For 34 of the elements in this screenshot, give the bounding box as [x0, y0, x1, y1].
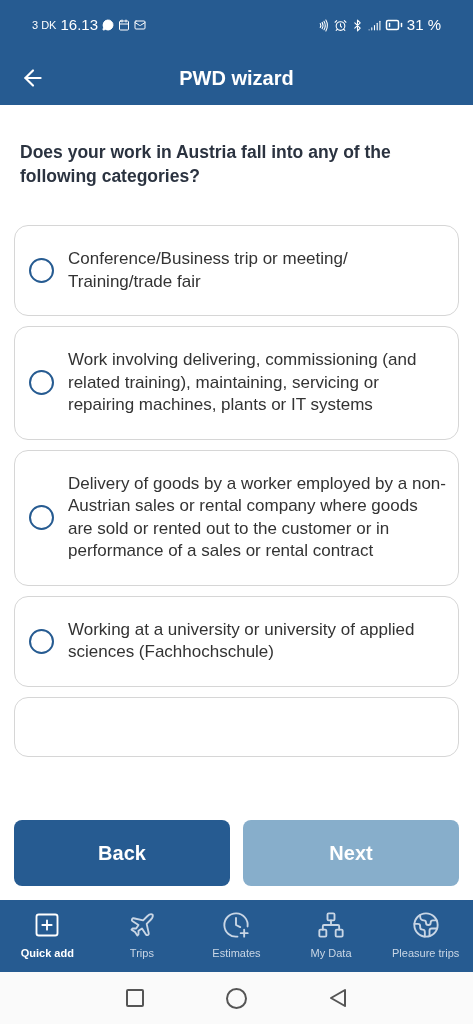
signal-icon	[367, 18, 381, 32]
alarm-icon	[333, 18, 347, 32]
option-card[interactable]: Work involving delivering, commissioning (and related training), maintaining, servicing or repairing machines, plants or IT systems	[14, 326, 459, 440]
calendar-icon	[118, 19, 130, 31]
globe-icon	[411, 910, 440, 939]
nav-tab[interactable]: Estimates	[189, 910, 284, 962]
network-icon	[317, 910, 346, 939]
nav-tab[interactable]: Quick add	[0, 910, 95, 962]
option-card[interactable]: Conference/Business trip or meeting/ Training/trade fair	[14, 225, 459, 316]
chat-icon	[102, 19, 114, 31]
notification-count: 3 DK	[32, 17, 57, 33]
radio-button[interactable]	[29, 505, 54, 530]
page-title: PWD wizard	[179, 65, 294, 91]
status-time: 16.13	[60, 14, 98, 35]
option-card[interactable]: Working at a university or university of applied sciences (Fachhochschule)	[14, 595, 459, 687]
nav-tab[interactable]: Trips	[94, 910, 190, 962]
radio-button[interactable]	[29, 370, 54, 396]
radio-button[interactable]	[29, 628, 54, 654]
option-label: Conference/Business trip or meeting/ Training/trade fair	[68, 248, 349, 293]
question-text: Does your work in Austria fall into any of the following categories?	[19, 141, 392, 188]
clock-plus-icon	[222, 910, 251, 939]
nav-tab[interactable]: Pleasure trips	[378, 910, 473, 962]
option-label: Working at a university or university of applied sciences (Fachhochschule)	[68, 618, 416, 663]
option-label: Delivery of goods by a worker employed by a non-Austrian sales or rental company where goods are sold or rented out to the customer or in performance of a sales or rental contract	[68, 472, 446, 562]
nav-tab[interactable]: My Data	[283, 910, 379, 962]
back-icon[interactable]	[329, 988, 347, 1008]
option-card[interactable]: Delivery of goods by a worker employed by a non-Austrian sales or rental company where goods are sold or rented out to the customer or in performance of a sales or rental contract	[14, 449, 459, 586]
option-label: Work involving delivering, commissioning (and related training), maintaining, servicing or repairing machines, plants or IT systems	[68, 349, 418, 416]
battery-percent: 31 %	[406, 14, 441, 35]
recent-apps-icon[interactable]	[126, 989, 144, 1007]
radio-button[interactable]	[29, 258, 54, 283]
home-icon[interactable]	[226, 987, 247, 1009]
back-button[interactable]: Back	[14, 820, 230, 886]
mail-icon	[134, 19, 146, 31]
